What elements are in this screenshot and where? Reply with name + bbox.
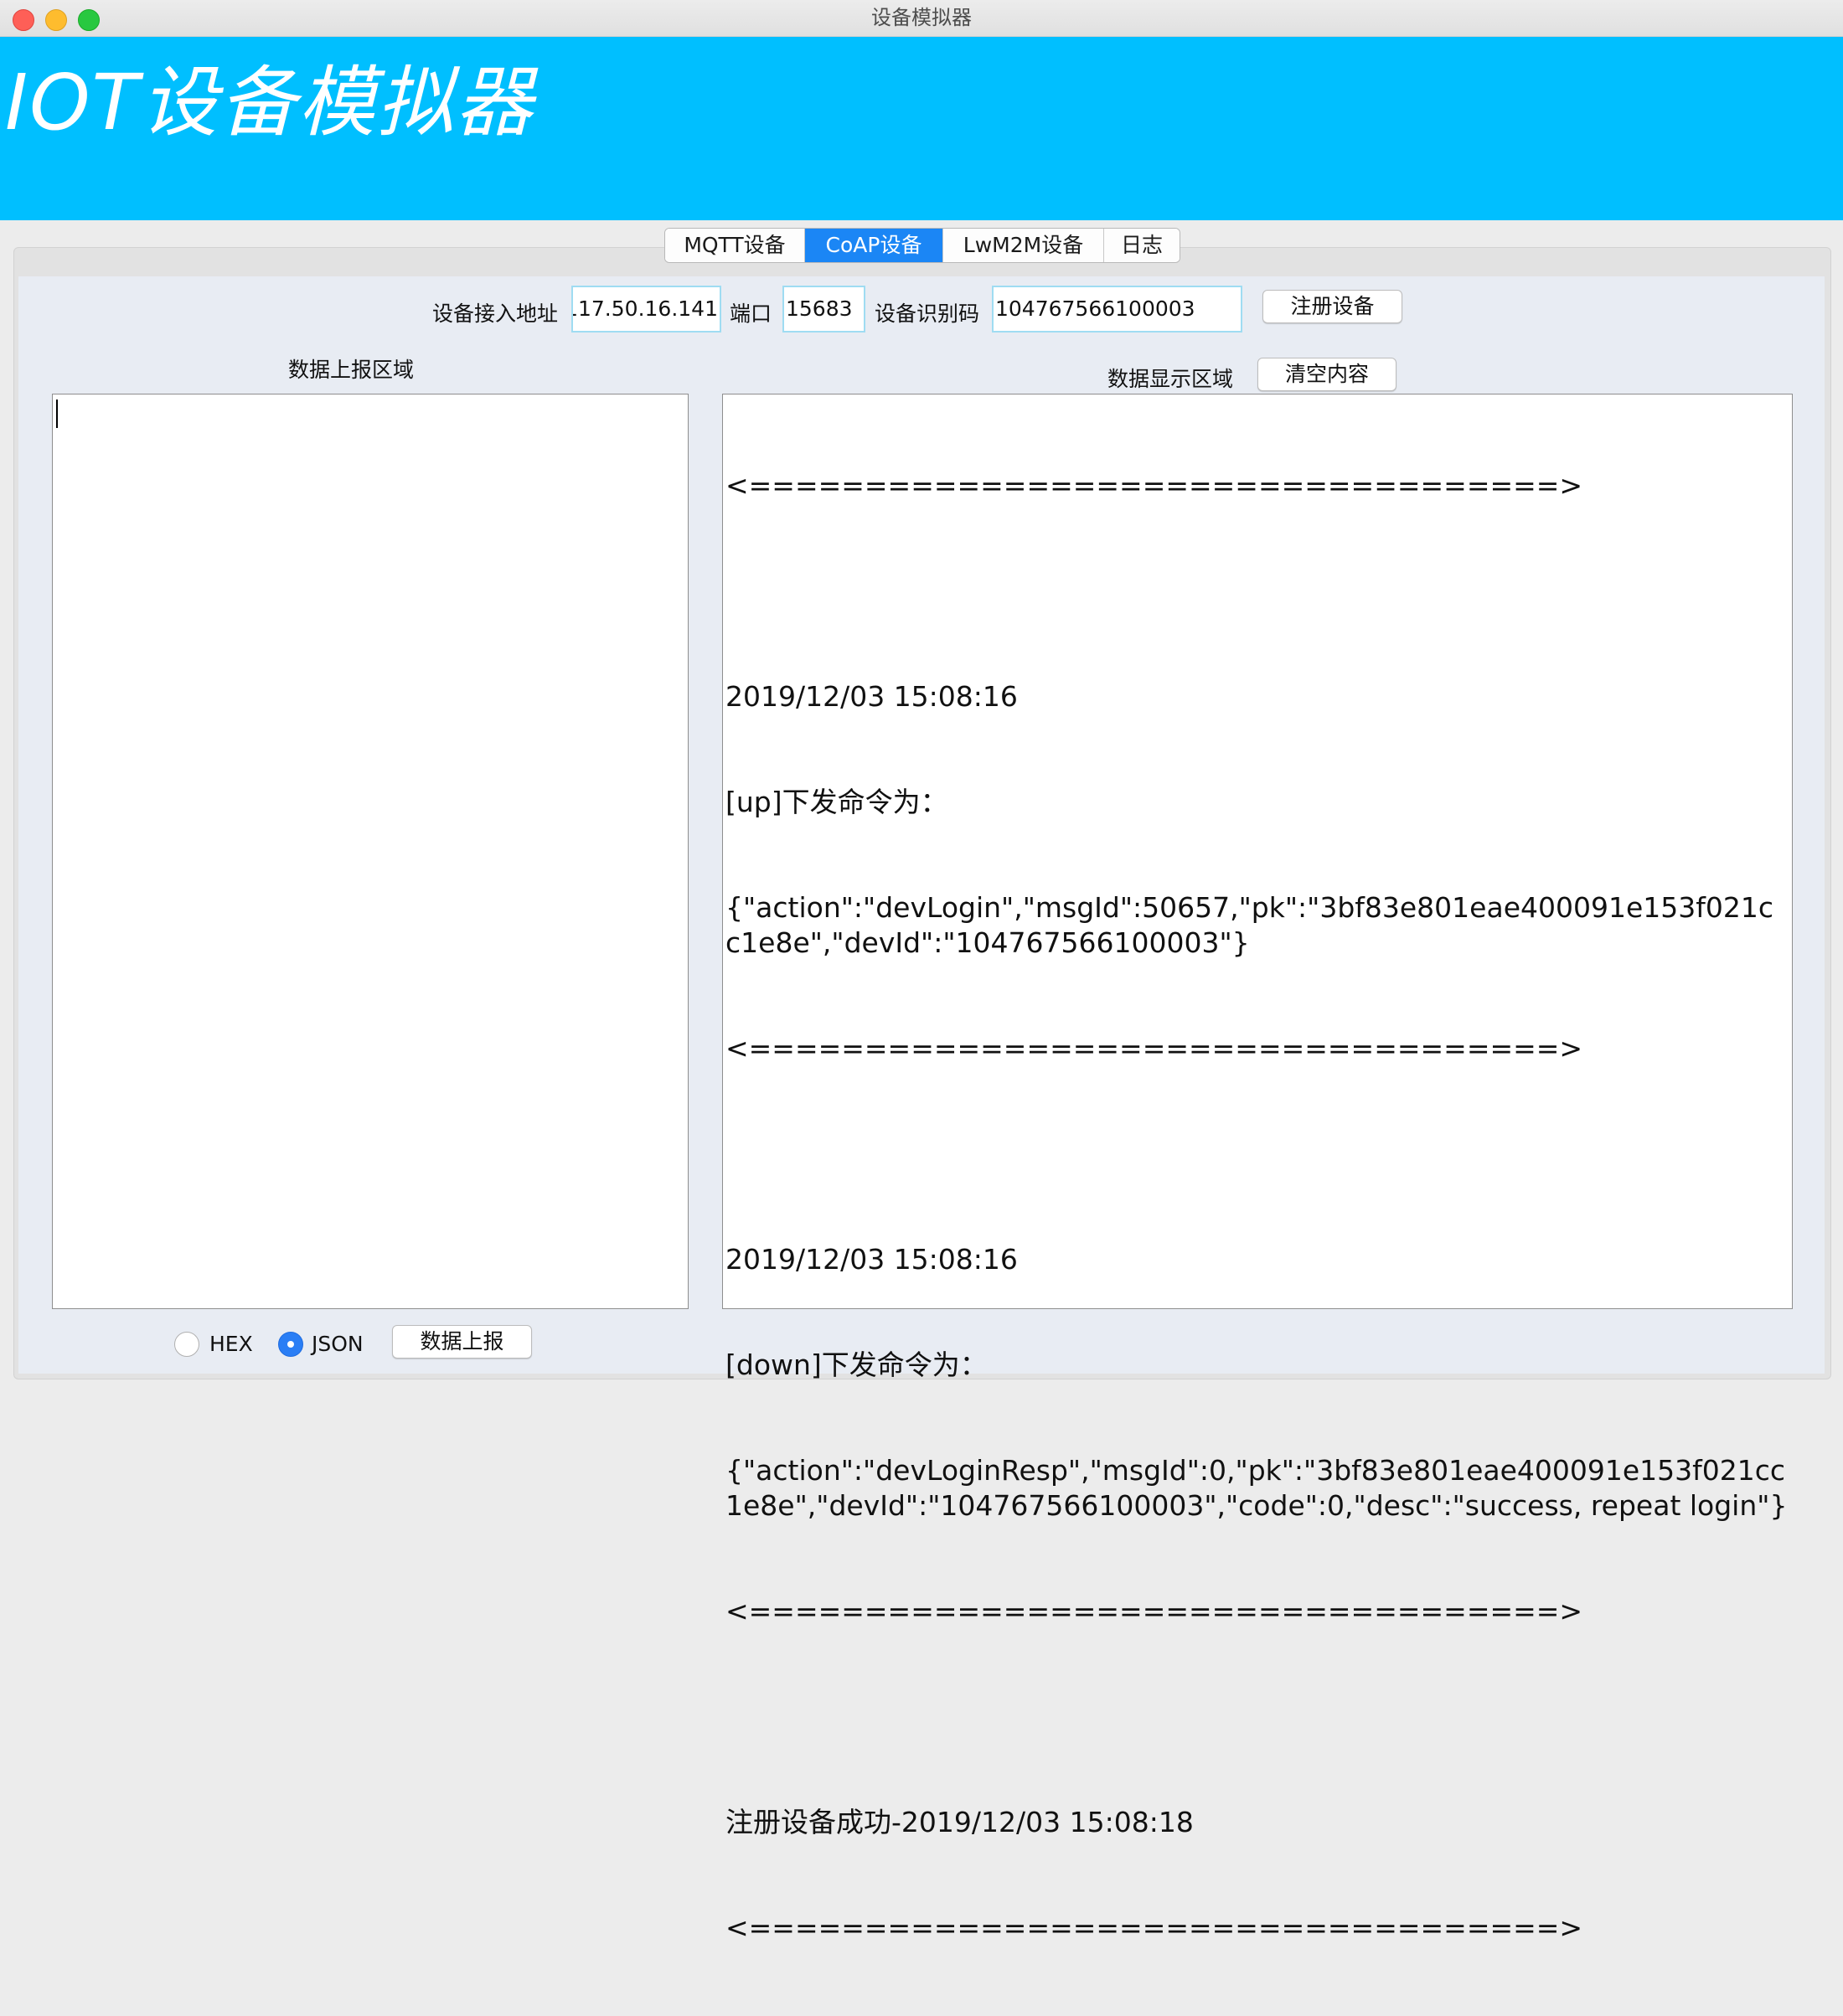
log-line: 2019/12/03 15:08:16: [725, 680, 1018, 713]
log-line: {"action":"devLogin","msgId":50657,"pk":…: [725, 891, 1774, 959]
upload-textarea[interactable]: [52, 394, 689, 1309]
log-line: <===================================>: [725, 1911, 1583, 1944]
log-line: <===================================>: [725, 469, 1583, 502]
upload-data-button[interactable]: 数据上报: [392, 1325, 532, 1359]
hex-radio[interactable]: [174, 1332, 199, 1357]
log-line: {"action":"devLoginResp","msgId":0,"pk":…: [725, 1454, 1788, 1522]
json-label: JSON: [312, 1332, 364, 1356]
device-tabs: MQTT设备 CoAP设备 LwM2M设备 日志: [664, 228, 1180, 263]
device-id-field[interactable]: 104767566100003: [992, 286, 1242, 333]
tab-log[interactable]: 日志: [1104, 229, 1180, 262]
tab-mqtt[interactable]: MQTT设备: [665, 229, 805, 262]
clear-content-button[interactable]: 清空内容: [1257, 358, 1396, 391]
upload-area-label: 数据上报区域: [288, 358, 415, 382]
header-banner: IOT设备模拟器: [0, 37, 1843, 220]
device-id-value: 104767566100003: [995, 296, 1195, 321]
title-bar: 设备模拟器: [0, 0, 1843, 37]
address-label: 设备接入地址: [432, 302, 559, 326]
tab-coap[interactable]: CoAP设备: [805, 229, 943, 262]
device-id-label: 设备识别码: [875, 302, 980, 326]
address-value: 117.50.16.141: [571, 296, 718, 321]
json-radio[interactable]: [278, 1332, 303, 1357]
log-line: [up]下发命令为：: [725, 786, 948, 818]
log-line: 2019/12/03 15:08:16: [725, 1243, 1018, 1276]
display-area-label: 数据显示区域: [1107, 367, 1234, 391]
log-line: [down]下发命令为：: [725, 1348, 988, 1381]
port-field[interactable]: 15683: [782, 286, 865, 333]
hex-label: HEX: [209, 1332, 253, 1356]
text-caret: [56, 400, 58, 428]
log-output: <===================================> 20…: [725, 398, 1789, 2016]
log-line: <===================================>: [725, 1032, 1583, 1065]
port-label: 端口: [730, 302, 772, 326]
register-device-button[interactable]: 注册设备: [1262, 290, 1402, 323]
log-line: 注册设备成功-2019/12/03 15:08:18: [725, 1806, 1194, 1838]
tab-lwm2m[interactable]: LwM2M设备: [943, 229, 1104, 262]
window-title: 设备模拟器: [871, 6, 972, 29]
address-field[interactable]: 117.50.16.141: [571, 286, 721, 333]
log-line: <===================================>: [725, 1595, 1583, 1627]
display-textarea[interactable]: <===================================> 20…: [722, 394, 1793, 1944]
app-title: IOT设备模拟器: [5, 58, 534, 147]
port-value: 15683: [786, 296, 853, 321]
